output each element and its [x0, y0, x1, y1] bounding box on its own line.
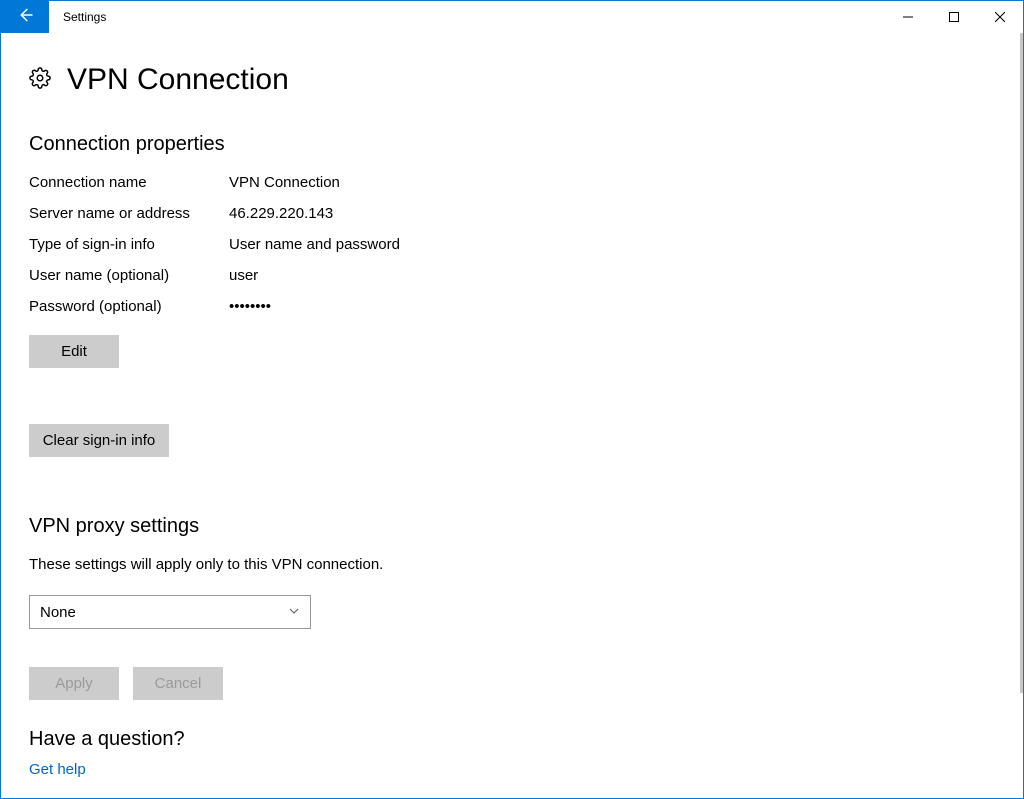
window-controls [885, 1, 1023, 33]
proxy-button-row: Apply Cancel [29, 667, 673, 700]
get-help-link[interactable]: Get help [29, 761, 673, 778]
close-button[interactable] [977, 1, 1023, 33]
value-connection-name: VPN Connection [229, 174, 673, 191]
chevron-down-icon [288, 604, 300, 621]
page-title: VPN Connection [67, 63, 289, 97]
maximize-icon [949, 9, 959, 26]
maximize-button[interactable] [931, 1, 977, 33]
label-username: User name (optional) [29, 267, 229, 284]
minimize-icon [903, 9, 913, 26]
window-title: Settings [49, 1, 885, 33]
gear-icon [29, 67, 51, 93]
apply-button[interactable]: Apply [29, 667, 119, 700]
properties-heading: Connection properties [29, 133, 673, 156]
clear-signin-button[interactable]: Clear sign-in info [29, 424, 169, 457]
back-arrow-icon [16, 6, 34, 28]
scrollbar[interactable] [1020, 33, 1023, 693]
value-signin-type: User name and password [229, 236, 673, 253]
minimize-button[interactable] [885, 1, 931, 33]
value-password: •••••••• [229, 298, 673, 315]
label-signin-type: Type of sign-in info [29, 236, 229, 253]
proxy-select[interactable]: None [29, 595, 311, 629]
page-header: VPN Connection [29, 63, 673, 97]
label-password: Password (optional) [29, 298, 229, 315]
proxy-select-value: None [40, 604, 76, 621]
proxy-heading: VPN proxy settings [29, 515, 673, 538]
close-icon [995, 9, 1005, 26]
label-server: Server name or address [29, 205, 229, 222]
settings-window: Settings [0, 0, 1024, 799]
label-connection-name: Connection name [29, 174, 229, 191]
edit-button[interactable]: Edit [29, 335, 119, 368]
properties-table: Connection name VPN Connection Server na… [29, 174, 673, 315]
cancel-button[interactable]: Cancel [133, 667, 223, 700]
back-button[interactable] [1, 1, 49, 33]
titlebar: Settings [1, 1, 1023, 33]
proxy-description: These settings will apply only to this V… [29, 556, 673, 573]
value-username: user [229, 267, 673, 284]
value-server: 46.229.220.143 [229, 205, 673, 222]
content-area: VPN Connection Connection properties Con… [1, 33, 1023, 798]
question-heading: Have a question? [29, 728, 673, 751]
